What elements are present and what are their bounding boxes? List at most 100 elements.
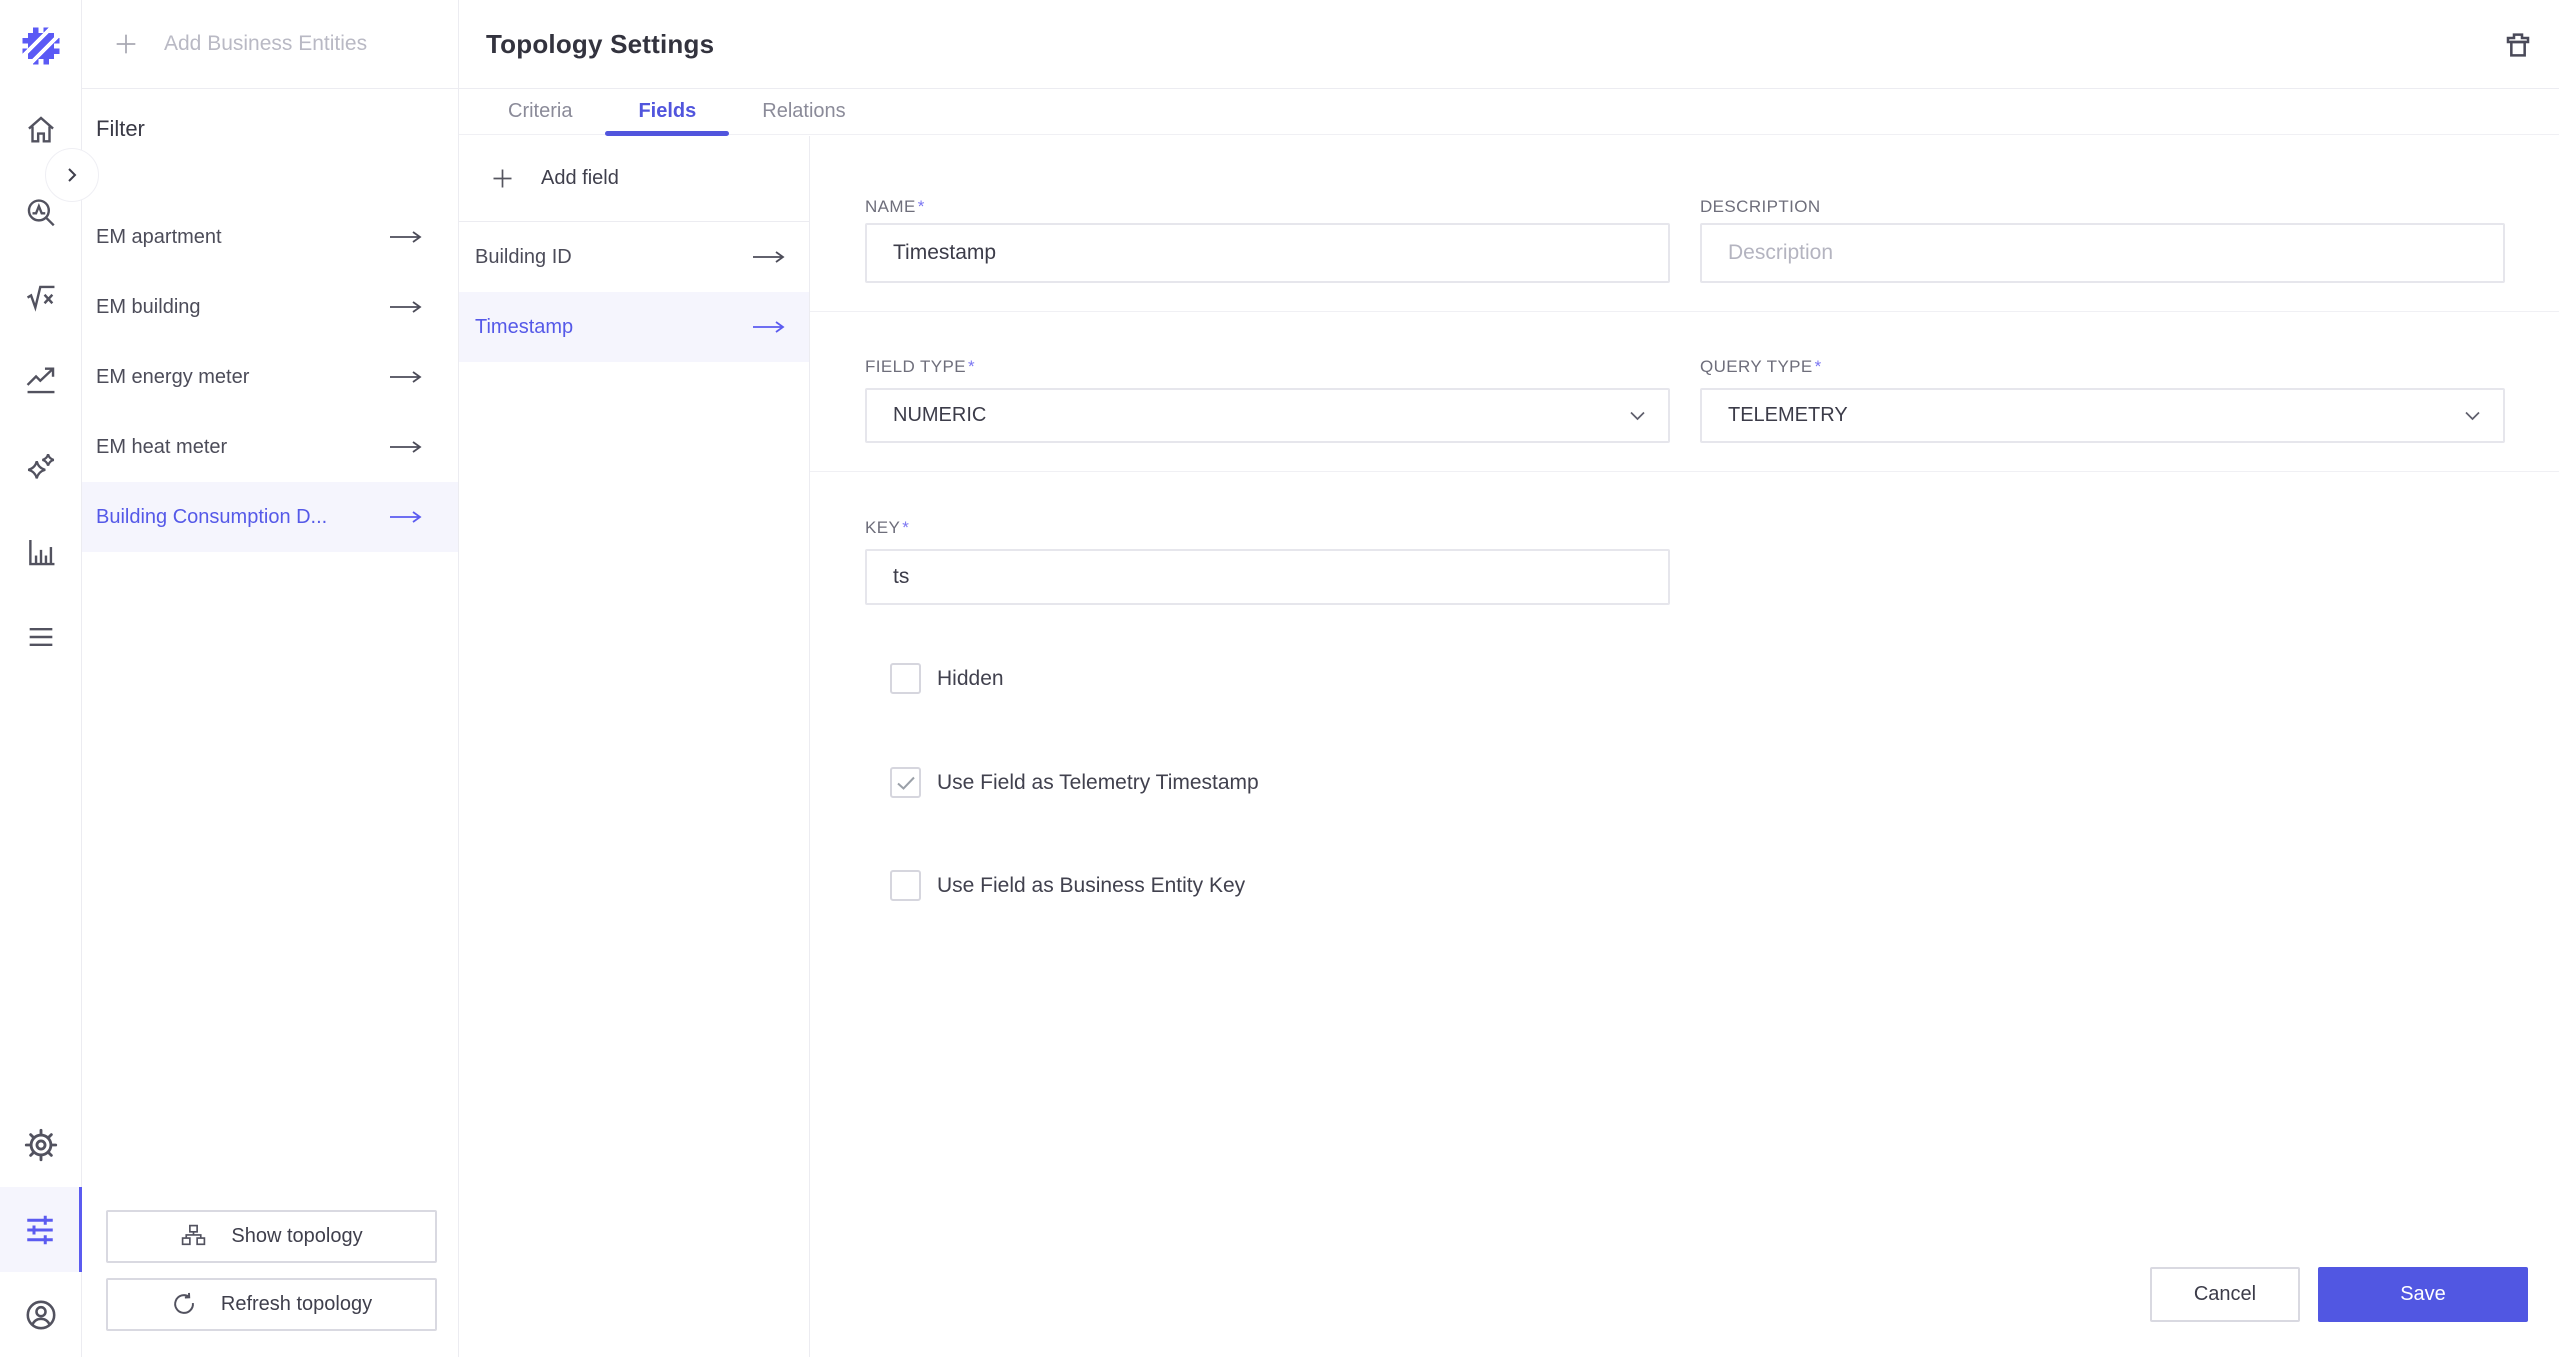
field-type-value: NUMERIC [893, 404, 987, 426]
filter-item-em-building[interactable]: EM building [82, 272, 458, 342]
settings-tabs: Criteria Fields Relations [459, 88, 2559, 136]
search-analytics-icon [27, 199, 55, 227]
description-label: DESCRIPTION [1700, 197, 1821, 216]
page-title: Topology Settings [486, 28, 715, 59]
fields-list-panel: Add field Building ID Timestamp [459, 136, 810, 1357]
tab-relations[interactable]: Relations [729, 88, 878, 134]
field-item-label: Timestamp [475, 315, 574, 338]
sidebar-item-topology-filter[interactable] [0, 1187, 82, 1272]
home-icon [28, 116, 54, 143]
filter-item-building-consumption[interactable]: Building Consumption D... [82, 482, 458, 552]
refresh-topology-label: Refresh topology [220, 1293, 373, 1315]
check-icon [896, 776, 915, 790]
section-divider [810, 311, 2559, 312]
telemetry-timestamp-checkbox[interactable] [890, 767, 921, 798]
tab-criteria[interactable]: Criteria [475, 88, 605, 134]
add-business-entities-label: Add Business Entities [164, 32, 368, 55]
field-type-label: FIELD TYPE * [865, 357, 976, 376]
required-asterisk: * [917, 197, 925, 216]
sidebar-item-menu[interactable] [0, 609, 82, 665]
tab-label: Fields [638, 99, 697, 122]
add-field-button[interactable]: Add field [459, 136, 809, 222]
key-input[interactable] [865, 549, 1670, 605]
refresh-topology-button[interactable]: Refresh topology [106, 1278, 437, 1331]
logo-icon [20, 25, 61, 66]
field-item-timestamp[interactable]: Timestamp [459, 292, 809, 362]
refresh-icon [174, 1292, 194, 1314]
chevron-down-icon [1630, 411, 1645, 420]
sidebar-item-settings[interactable] [0, 1117, 82, 1173]
filter-sidebar: Add Business Entities Filter EM apartmen… [82, 0, 459, 1357]
cancel-button[interactable]: Cancel [2150, 1267, 2300, 1322]
field-item-building-id[interactable]: Building ID [459, 222, 809, 292]
show-topology-button[interactable]: Show topology [106, 1210, 437, 1263]
add-business-entities-button[interactable]: Add Business Entities [82, 0, 458, 88]
telemetry-timestamp-checkbox-row[interactable]: Use Field as Telemetry Timestamp [890, 767, 1259, 798]
bar-chart-icon [29, 539, 55, 566]
filter-item-label: EM heat meter [96, 435, 228, 458]
hidden-checkbox-label: Hidden [937, 666, 1004, 690]
field-item-label: Building ID [475, 245, 572, 268]
filter-item-label: EM building [96, 295, 201, 318]
key-label: KEY * [865, 518, 910, 537]
add-field-label: Add field [541, 167, 619, 189]
sitemap-icon [182, 1224, 206, 1246]
main-panel: Topology Settings Criteria Fields Relati… [459, 0, 2559, 1357]
arrow-right-icon [753, 251, 785, 263]
fields-content: Add field Building ID Timestamp NAME * T… [459, 136, 2559, 1357]
arrow-right-icon [390, 301, 422, 313]
sidebar-item-reports[interactable] [0, 524, 82, 580]
trend-icon [26, 367, 55, 394]
business-entity-key-checkbox-label: Use Field as Business Entity Key [937, 873, 1246, 897]
required-asterisk: * [968, 357, 976, 376]
filter-item-em-heat-meter[interactable]: EM heat meter [82, 412, 458, 482]
arrow-right-icon [390, 231, 422, 243]
business-entity-key-checkbox-row[interactable]: Use Field as Business Entity Key [890, 870, 1245, 901]
filter-item-label: EM apartment [96, 225, 222, 248]
required-asterisk: * [1814, 357, 1822, 376]
save-button[interactable]: Save [2318, 1267, 2528, 1322]
tab-fields[interactable]: Fields [605, 88, 730, 136]
app-logo [0, 25, 82, 67]
field-type-select[interactable]: NUMERIC [865, 388, 1670, 443]
arrow-right-icon [390, 511, 422, 523]
menu-icon [29, 628, 53, 646]
arrow-right-icon [390, 371, 422, 383]
sidebar-item-trends[interactable] [0, 352, 82, 408]
sidebar-item-account[interactable] [0, 1287, 82, 1343]
account-icon [26, 1300, 56, 1330]
query-type-label: QUERY TYPE * [1700, 357, 1822, 376]
filter-list: EM apartment EM building EM energy meter… [82, 202, 458, 552]
query-type-value: TELEMETRY [1728, 404, 1848, 426]
chevron-down-icon [2465, 411, 2480, 420]
sidebar-item-insights[interactable] [0, 439, 82, 495]
filter-item-em-energy-meter[interactable]: EM energy meter [82, 342, 458, 412]
required-asterisk: * [902, 518, 910, 537]
description-input[interactable] [1700, 223, 2505, 283]
show-topology-label: Show topology [231, 1225, 363, 1247]
chevron-right-icon [68, 168, 77, 182]
formula-icon [26, 285, 55, 312]
icon-rail [0, 0, 82, 1357]
sidebar-item-formulas[interactable] [0, 271, 82, 327]
section-divider [810, 471, 2559, 472]
trash-icon [2506, 33, 2530, 57]
gear-icon [24, 1128, 58, 1162]
filter-item-label: Building Consumption D... [96, 505, 328, 528]
tab-label: Relations [762, 99, 846, 122]
sparkles-icon [27, 453, 55, 479]
tab-label: Criteria [508, 99, 573, 122]
filter-item-em-apartment[interactable]: EM apartment [82, 202, 458, 272]
collapse-sidebar-button[interactable] [45, 148, 99, 202]
field-settings-form: NAME* DESCRIPTION FIELD TYPE* NUMERIC [810, 136, 2559, 1357]
plus-icon [116, 34, 136, 54]
filter-title: Filter [96, 116, 145, 141]
header-divider [0, 88, 2559, 89]
query-type-select[interactable]: TELEMETRY [1700, 388, 2505, 443]
delete-topology-button[interactable] [2501, 27, 2535, 61]
filter-item-label: EM energy meter [96, 365, 250, 388]
business-entity-key-checkbox[interactable] [890, 870, 921, 901]
name-input[interactable] [865, 223, 1670, 283]
hidden-checkbox[interactable] [890, 663, 921, 694]
hidden-checkbox-row[interactable]: Hidden [890, 663, 1004, 694]
